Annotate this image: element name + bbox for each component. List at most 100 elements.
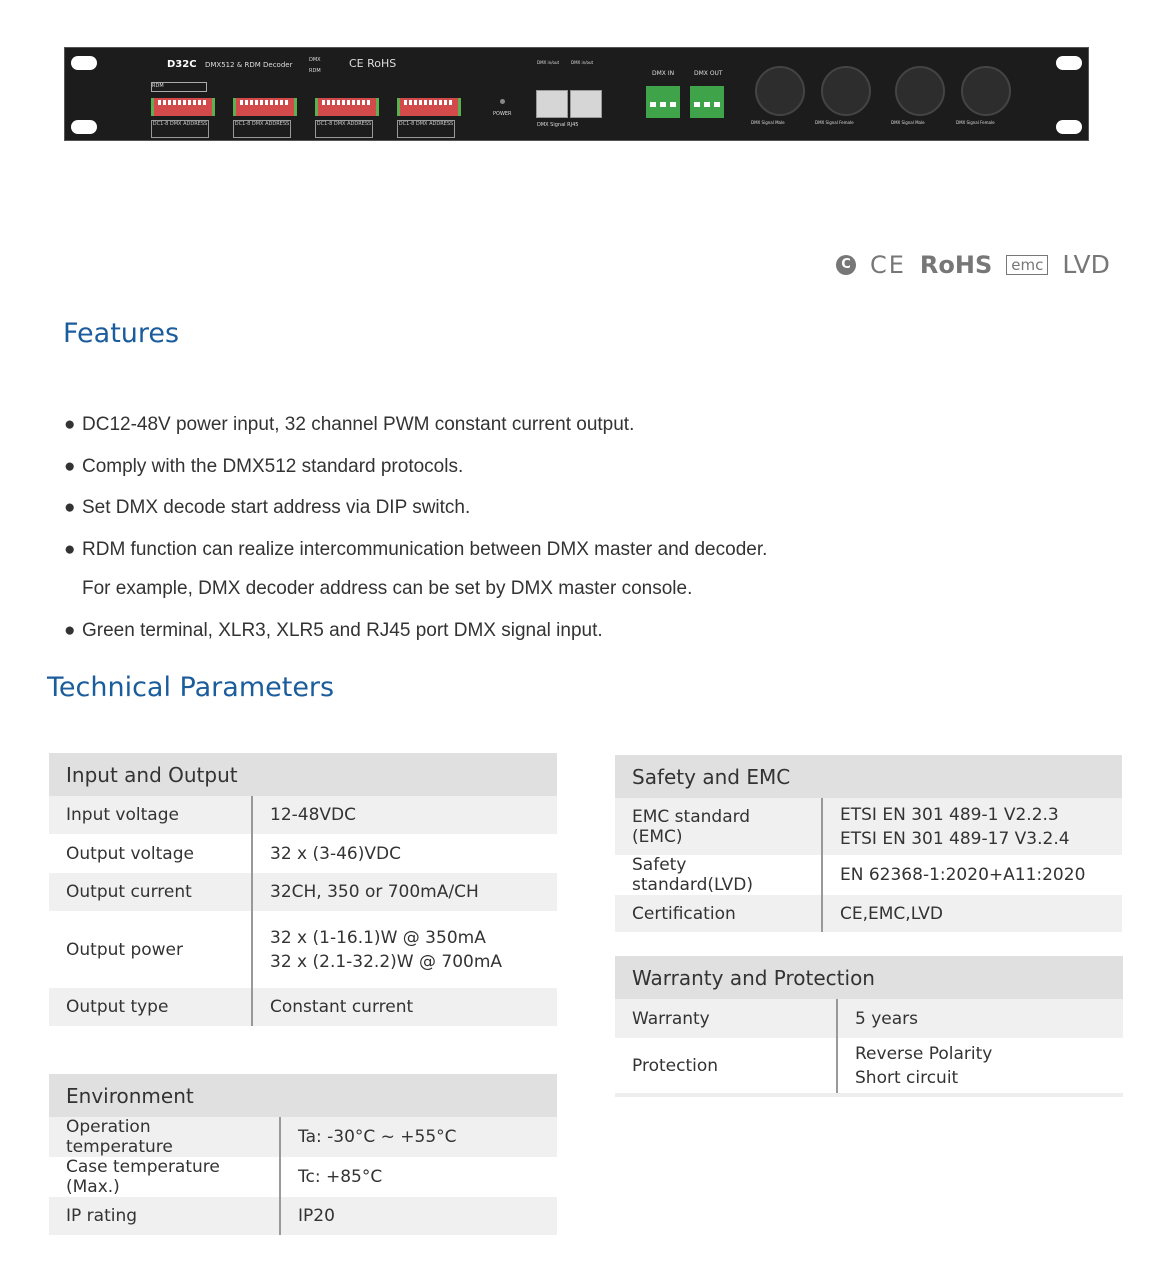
param-value-line: 32CH, 350 or 700mA/CH (270, 882, 479, 902)
feature-continuation: For example, DMX decoder address can be … (82, 578, 693, 599)
feature-item: ● Set DMX decode start address via DIP sw… (64, 497, 471, 518)
certification-marks: C CE RoHS emc LVD (836, 250, 1110, 279)
table-header: Safety and EMC (615, 755, 1122, 798)
lvd-mark: LVD (1062, 250, 1110, 279)
dmx-in-label: DMX IN (652, 70, 675, 77)
param-value-line: 5 years (855, 1008, 919, 1029)
feature-text: Set DMX decode start address via DIP swi… (82, 497, 471, 518)
param-value: Reverse Polarity Short circuit (837, 1038, 1123, 1095)
xlr-label: DMX Signal Female (815, 120, 854, 125)
mode-label: RDM (309, 68, 321, 74)
power-led (500, 99, 505, 104)
table-row: Output power 32 x (1-16.1)W @ 350mA 32 x … (49, 911, 557, 988)
xlr5-male-connector (895, 66, 945, 116)
dip-label: DC1-8 DMX ADDRESS (233, 120, 291, 138)
dip-switch (233, 98, 297, 116)
xlr-label: DMX Signal Female (956, 120, 995, 125)
device-marks: CE RoHS (349, 57, 397, 70)
param-name: Operation temperature (49, 1117, 281, 1157)
ce-mark-icon: CE (870, 250, 906, 279)
rack-hole (71, 120, 97, 134)
param-name: Certification (615, 895, 823, 932)
param-value-line: EN 62368-1:2020+A11:2020 (840, 865, 1086, 885)
param-name: Warranty (615, 999, 838, 1038)
dip-switch (315, 98, 379, 116)
rj45-port (570, 90, 602, 118)
param-value: EN 62368-1:2020+A11:2020 (822, 855, 1122, 895)
param-name: Output voltage (49, 834, 253, 873)
feature-item: ● Comply with the DMX512 standard protoco… (64, 456, 464, 477)
param-value-line: 12-48VDC (270, 805, 356, 825)
xlr-label: DMX Signal Male (751, 120, 785, 125)
param-value: IP20 (280, 1197, 557, 1235)
xlr5-female-connector (961, 66, 1011, 116)
dip-label: DC1-8 DMX ADDRESS (315, 120, 373, 138)
rack-hole (1056, 56, 1082, 70)
safety-emc-table: Safety and EMC EMC standard (EMC) ETSI E… (615, 755, 1122, 932)
table-row: IP rating IP20 (49, 1197, 557, 1235)
dip-label: DC1-8 DMX ADDRESS (397, 120, 455, 138)
param-value-line: Short circuit (855, 1067, 959, 1088)
xlr3-female-connector (821, 66, 871, 116)
warranty-protection-table: Warranty and Protection Warranty 5 years… (615, 956, 1123, 1097)
rj45-label: DMX Signal RJ45 (537, 122, 579, 128)
dip-label: DC1-8 DMX ADDRESS (151, 120, 209, 138)
feature-text: Green terminal, XLR3, XLR5 and RJ45 port… (82, 620, 603, 641)
table-header: Input and Output (49, 753, 557, 796)
dip-switch (151, 98, 215, 116)
param-name: Safety standard(LVD) (615, 855, 823, 895)
param-value-line: 32 x (3-46)VDC (270, 843, 401, 864)
rohs-mark: RoHS (919, 250, 993, 279)
table-row: Output type Constant current (49, 988, 557, 1026)
param-value: Constant current (252, 988, 557, 1026)
param-value-line: Constant current (270, 997, 414, 1017)
emc-mark: emc (1006, 254, 1049, 275)
rj45-port-label: DMX in/out (537, 60, 560, 65)
param-value-line: 32 x (1-16.1)W @ 350mA (270, 927, 486, 948)
rack-hole (1056, 120, 1082, 134)
table-row: Case temperature (Max.) Tc: +85°C (49, 1157, 557, 1197)
param-name: Output type (49, 988, 253, 1026)
rdm-switch: RDM (151, 82, 207, 92)
feature-item: ● Green terminal, XLR3, XLR5 and RJ45 por… (64, 620, 603, 641)
param-name: Output power (49, 911, 253, 988)
features-heading: Features (63, 318, 180, 349)
param-value: CE,EMC,LVD (822, 895, 1122, 932)
param-name: Protection (615, 1038, 838, 1095)
input-output-table: Input and Output Input voltage 12-48VDC … (49, 753, 557, 1026)
param-value-line: CE,EMC,LVD (840, 903, 944, 924)
param-value: 12-48VDC (252, 796, 557, 834)
feature-item: ● RDM function can realize intercommunica… (64, 539, 768, 560)
param-name: EMC standard (EMC) (615, 798, 823, 855)
param-value: Ta: -30°C ~ +55°C (280, 1117, 557, 1157)
rj45-port-label: DMX in/out (571, 60, 594, 65)
param-value-line: 32 x (2.1-32.2)W @ 700mA (270, 951, 503, 972)
param-value: 32 x (1-16.1)W @ 350mA 32 x (2.1-32.2)W @… (252, 911, 557, 988)
param-value: Tc: +85°C (280, 1157, 557, 1197)
param-value-line: IP20 (298, 1206, 335, 1226)
param-name: Input voltage (49, 796, 253, 834)
table-row: Input voltage 12-48VDC (49, 796, 557, 834)
table-row: EMC standard (EMC) ETSI EN 301 489-1 V2.… (615, 798, 1122, 855)
xlr-label: DMX Signal Male (891, 120, 925, 125)
table-row: Warranty 5 years (615, 999, 1123, 1038)
param-value-line: Ta: -30°C ~ +55°C (298, 1127, 457, 1147)
device-name: DMX512 & RDM Decoder (205, 61, 293, 69)
feature-item: ● DC12-48V power input, 32 channel PWM co… (64, 414, 635, 435)
dmx-out-terminal (690, 86, 724, 118)
feature-text: RDM function can realize intercommunicat… (82, 539, 768, 560)
rj45-port (536, 90, 568, 118)
mode-label: DMX (309, 57, 321, 63)
param-value: 5 years (837, 999, 1123, 1038)
table-header: Environment (49, 1074, 557, 1117)
param-value-line: ETSI EN 301 489-17 V3.2.4 (840, 828, 1070, 849)
param-value: ETSI EN 301 489-1 V2.2.3 ETSI EN 301 489-… (822, 798, 1122, 855)
param-name: Case temperature (Max.) (49, 1157, 281, 1197)
c-tick-icon: C (836, 254, 856, 275)
param-value-line: Reverse Polarity (855, 1043, 993, 1064)
device-rear-panel-image: D32C DMX512 & RDM Decoder DMX RDM CE RoH… (64, 47, 1089, 141)
device-model: D32C (167, 59, 197, 70)
table-row: Protection Reverse Polarity Short circuit (615, 1038, 1123, 1095)
xlr3-male-connector (755, 66, 805, 116)
table-row: Output current 32CH, 350 or 700mA/CH (49, 873, 557, 911)
